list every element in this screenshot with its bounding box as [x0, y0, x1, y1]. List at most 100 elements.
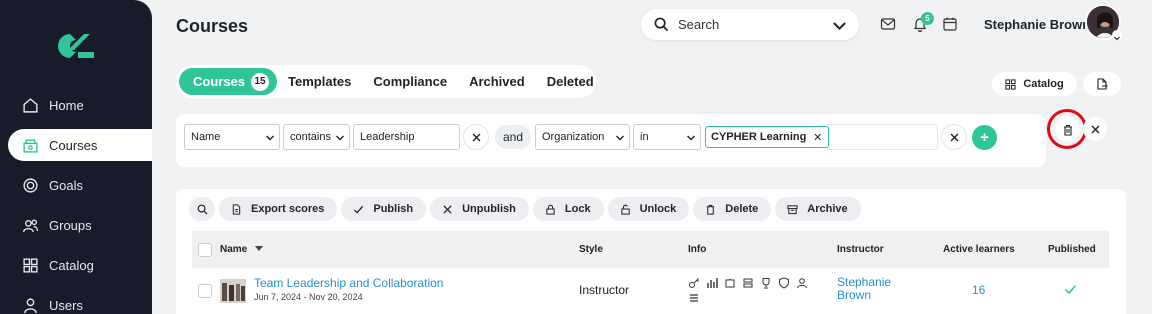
archive-icon	[787, 204, 798, 214]
published-check-icon	[1064, 284, 1077, 295]
close-icon	[1091, 125, 1099, 133]
course-title-link[interactable]: Team Leadership and Collaboration	[254, 276, 443, 290]
instructor-link[interactable]: Stephanie Brown	[837, 276, 891, 302]
filter-field-select[interactable]: Name	[184, 124, 280, 150]
sidebar-item-groups[interactable]: Groups	[8, 209, 152, 241]
course-dates: Jun 7, 2024 - Nov 20, 2024	[254, 292, 363, 302]
tab-archived[interactable]: Archived	[458, 68, 536, 95]
sidebar-item-label: Catalog	[49, 257, 94, 273]
calendar-icon[interactable]	[942, 16, 958, 32]
sidebar-item-label: Groups	[49, 217, 92, 233]
shield-icon	[779, 277, 789, 289]
user-name[interactable]: Stephanie Brown	[984, 17, 1090, 32]
search-icon	[197, 204, 208, 215]
catalog-button[interactable]: Catalog	[992, 72, 1077, 96]
groups-icon	[22, 219, 39, 232]
logo-icon[interactable]	[54, 30, 98, 62]
file-export-icon	[1097, 78, 1108, 90]
sidebar-item-goals[interactable]: Goals	[8, 169, 152, 201]
grid-icon	[1005, 78, 1016, 90]
course-image	[220, 279, 246, 303]
column-header-instructor: Instructor	[837, 244, 884, 255]
action-label: Delete	[725, 203, 759, 215]
action-label: Unlock	[639, 203, 677, 215]
table-row[interactable]: Team Leadership and Collaboration Jun 7,…	[192, 269, 1109, 311]
column-header-published: Published	[1048, 244, 1096, 255]
filter-field-select-2[interactable]: Organization	[535, 124, 630, 150]
archive-button[interactable]: Archive	[775, 197, 861, 221]
chip-input-area[interactable]	[827, 124, 938, 150]
tab-label: Courses	[193, 74, 246, 89]
filter-panel: Name contains Leadership and Organizatio…	[176, 114, 1046, 167]
chevron-down-icon[interactable]	[832, 18, 847, 33]
publish-button[interactable]: Publish	[341, 197, 427, 221]
chevron-down-icon	[266, 135, 274, 141]
active-learners-count[interactable]: 16	[972, 283, 985, 297]
sidebar-item-home[interactable]: Home	[8, 89, 152, 121]
sidebar-item-label: Users	[49, 297, 83, 313]
select-value: Name	[191, 131, 221, 143]
organization-chip[interactable]: CYPHER Learning ✕	[705, 126, 830, 148]
file-icon	[232, 203, 241, 215]
close-filter-button[interactable]	[1083, 117, 1107, 141]
select-value: in	[640, 131, 649, 143]
trash-icon	[707, 204, 715, 215]
action-label: Lock	[564, 203, 591, 215]
page-title: Courses	[176, 16, 249, 36]
select-value: contains	[290, 131, 331, 143]
action-label: Unpublish	[462, 203, 516, 215]
table-search-button[interactable]	[189, 197, 215, 221]
tab-courses[interactable]: Courses 15	[179, 68, 278, 95]
unpublish-button[interactable]: Unpublish	[430, 197, 529, 221]
table-header: Name Style Info Instructor Active learne…	[192, 231, 1109, 268]
unlock-button[interactable]: Unlock	[607, 197, 690, 221]
column-header-style: Style	[579, 244, 603, 255]
delete-button[interactable]: Delete	[693, 197, 772, 221]
search-input[interactable]: Search	[641, 9, 859, 40]
clear-rule-button[interactable]	[463, 124, 489, 150]
course-thumbnail	[220, 279, 246, 303]
notification-badge: 5	[921, 12, 934, 25]
tab-label: Archived	[469, 74, 525, 89]
tab-label: Deleted	[546, 74, 594, 89]
chevron-down-icon	[336, 135, 344, 141]
export-file-button[interactable]	[1083, 72, 1121, 96]
filter-operator-select-2[interactable]: in	[633, 124, 701, 150]
column-header-active-learners: Active learners	[943, 244, 1015, 255]
column-header-name[interactable]: Name	[220, 244, 264, 255]
action-label: Export scores	[251, 203, 325, 215]
catalog-button-label: Catalog	[1023, 78, 1064, 90]
mail-icon[interactable]	[880, 16, 896, 32]
action-label: Publish	[373, 203, 414, 215]
highlight-ring	[1047, 109, 1087, 149]
select-all-checkbox[interactable]	[198, 243, 212, 257]
avatar-menu[interactable]	[1112, 30, 1122, 41]
user-icon	[797, 278, 807, 289]
tab-compliance[interactable]: Compliance	[362, 68, 458, 95]
users-icon	[23, 297, 38, 313]
sidebar: Home Courses Goals Groups Catalog Users	[0, 0, 152, 314]
chip-label: CYPHER Learning	[711, 131, 807, 143]
chip-remove-icon[interactable]: ✕	[813, 131, 822, 144]
input-value: Leadership	[360, 131, 415, 143]
lock-icon	[546, 204, 555, 215]
tab-templates[interactable]: Templates	[277, 68, 362, 95]
goals-icon	[23, 177, 38, 193]
filter-value-input[interactable]: Leadership	[353, 124, 460, 150]
lock-button[interactable]: Lock	[532, 197, 604, 221]
sidebar-item-users[interactable]: Users	[8, 289, 152, 314]
filter-operator-select[interactable]: contains	[283, 124, 350, 150]
and-joiner[interactable]: and	[495, 125, 531, 149]
clear-rule-button-2[interactable]	[941, 124, 967, 150]
key-icon	[689, 278, 699, 288]
tab-deleted[interactable]: Deleted	[536, 68, 605, 95]
sidebar-item-courses[interactable]: Courses	[8, 129, 152, 161]
chevron-down-icon	[1114, 36, 1120, 41]
search-icon	[654, 17, 669, 32]
export-scores-button[interactable]: Export scores	[219, 197, 338, 221]
row-checkbox[interactable]	[198, 284, 212, 298]
tab-label: Compliance	[373, 74, 448, 89]
sidebar-item-catalog[interactable]: Catalog	[8, 249, 152, 281]
home-icon	[23, 97, 38, 113]
add-rule-button[interactable]: +	[972, 125, 997, 150]
